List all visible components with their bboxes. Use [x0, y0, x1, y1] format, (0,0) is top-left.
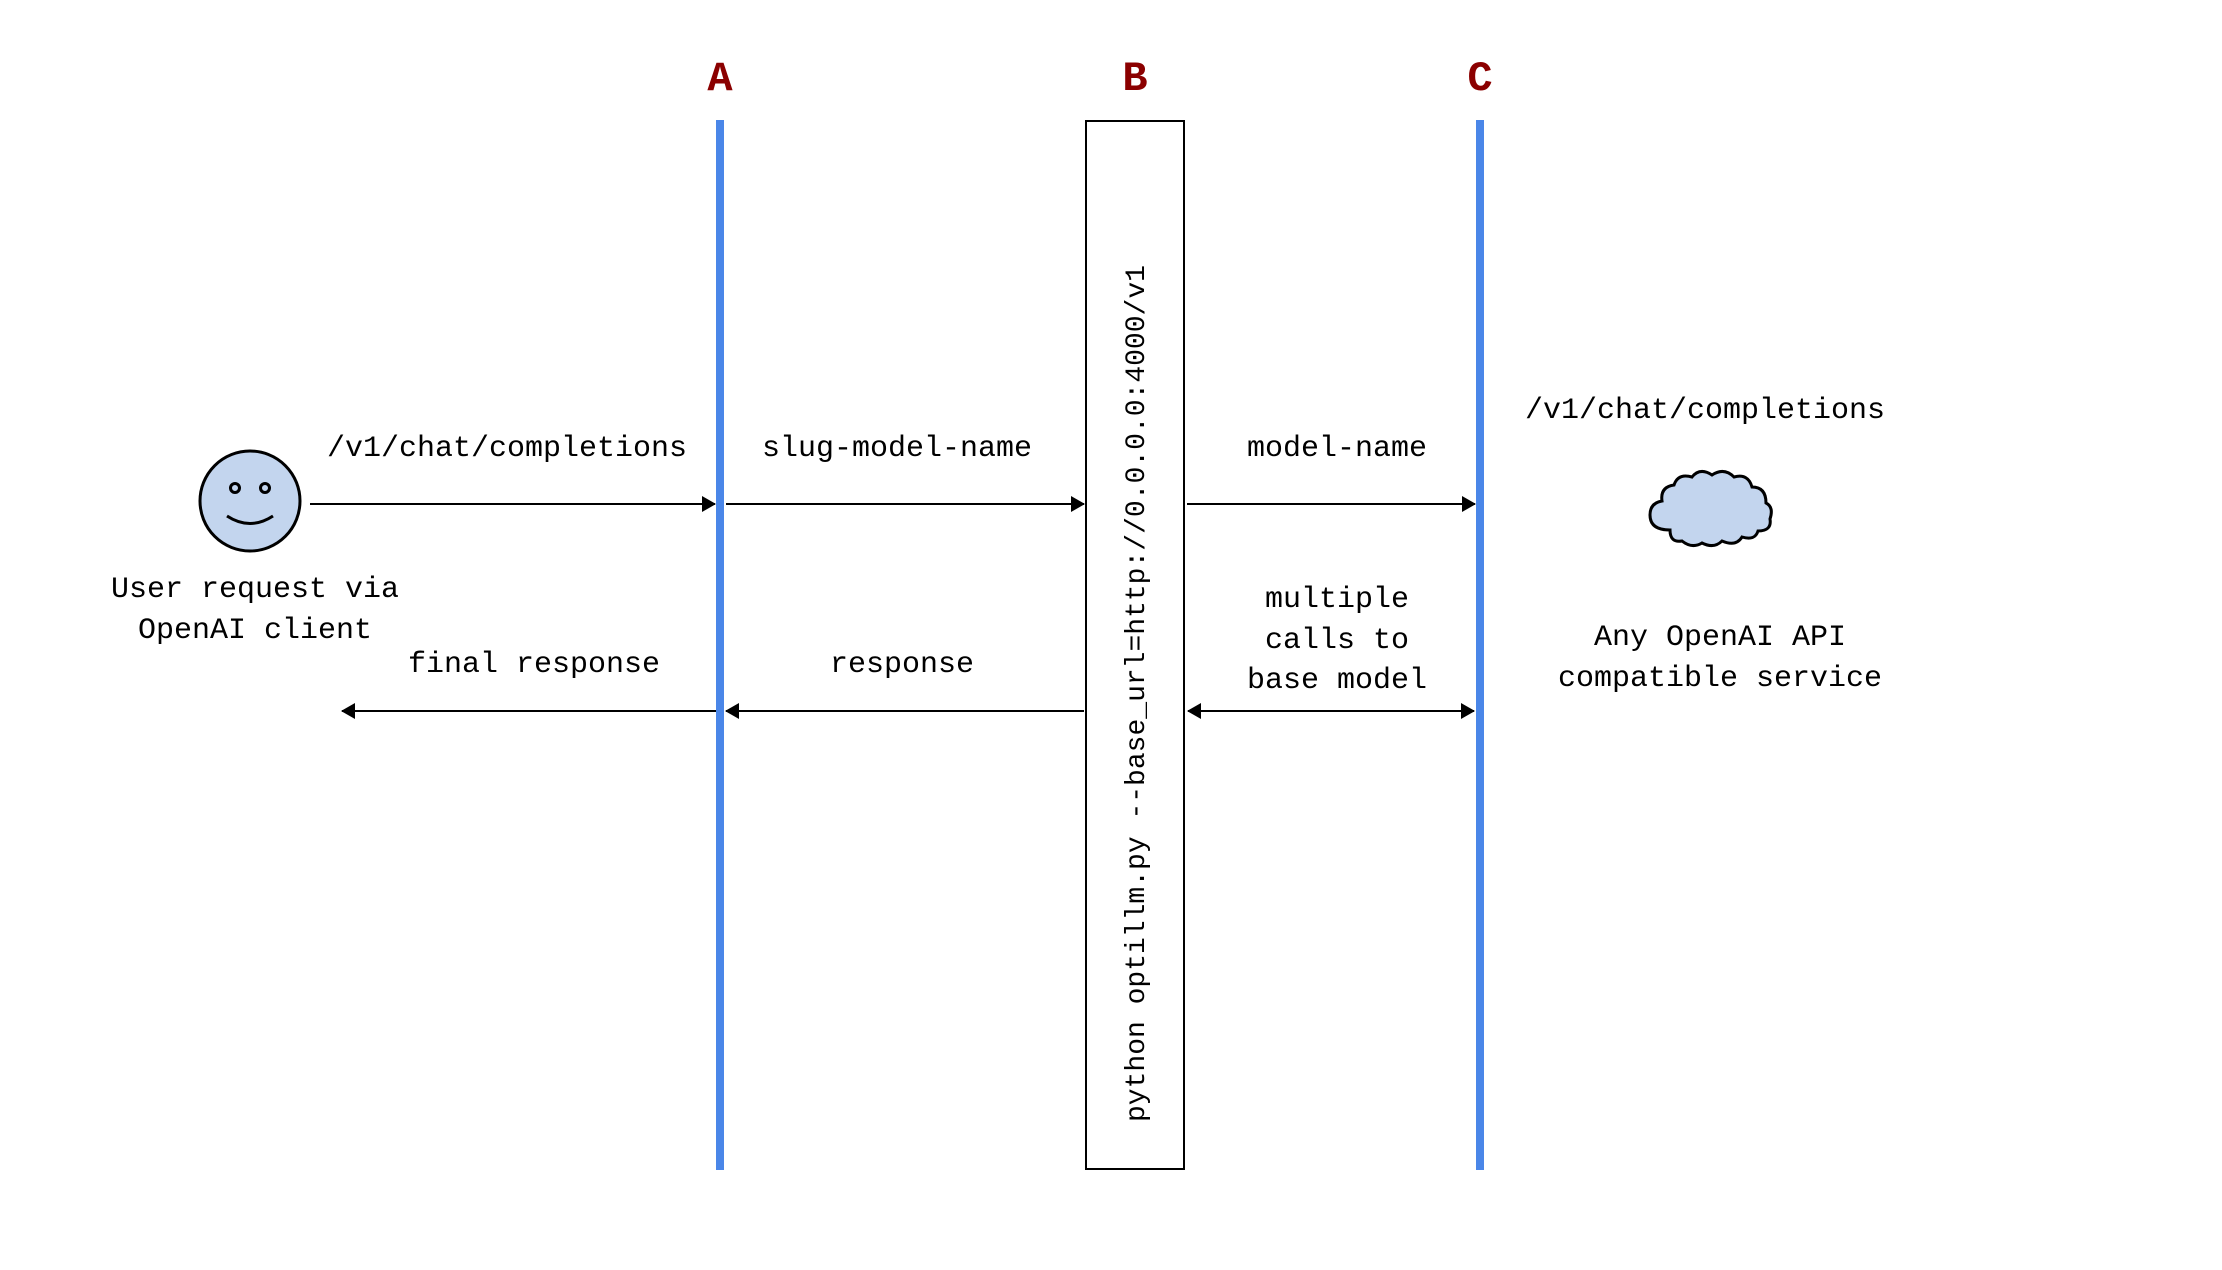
arrow-b-to-c [1187, 503, 1475, 505]
arrow-user-to-a [310, 503, 715, 505]
lifeline-c-bar [1476, 120, 1484, 1170]
cloud-icon [1640, 465, 1780, 560]
arrow-a-to-user [342, 710, 716, 712]
user-label-line1: User request via [111, 573, 399, 607]
arrow-b-to-a-label: response [830, 648, 974, 682]
user-label-line2: OpenAI client [138, 614, 372, 648]
arrow-user-to-a-label: /v1/chat/completions [327, 432, 687, 466]
right-endpoint-label: /v1/chat/completions [1525, 394, 1885, 428]
arrow-a-to-b [726, 503, 1084, 505]
right-label-line1: Any OpenAI API [1594, 621, 1846, 655]
lifeline-label-b: B [1122, 55, 1147, 103]
lifeline-label-c: C [1467, 55, 1492, 103]
user-icon [195, 446, 305, 561]
arrow-a-to-b-label: slug-model-name [762, 432, 1032, 466]
arrow-b-to-a [726, 710, 1084, 712]
lifeline-b-command: python optillm.py --base_url=http://0.0.… [1122, 172, 1153, 1122]
right-label-line2: compatible service [1558, 662, 1882, 696]
arrow-a-to-user-label: final response [408, 648, 660, 682]
bc-label-line1: multiple [1265, 583, 1409, 617]
right-actor-label: Any OpenAI API compatible service [1530, 618, 1910, 699]
arrow-b-to-c-label: model-name [1247, 432, 1427, 466]
sequence-diagram: A B python optillm.py --base_url=http://… [0, 0, 2222, 1270]
arrow-bc-multiple-label: multiple calls to base model [1247, 580, 1427, 702]
lifeline-a-bar [716, 120, 724, 1170]
bc-label-line3: base model [1247, 664, 1427, 698]
bc-label-line2: calls to [1265, 624, 1409, 658]
lifeline-b-activation: python optillm.py --base_url=http://0.0.… [1085, 120, 1185, 1170]
lifeline-label-a: A [707, 55, 732, 103]
arrow-bc-multiple [1188, 710, 1474, 712]
user-actor-label: User request via OpenAI client [100, 570, 410, 651]
